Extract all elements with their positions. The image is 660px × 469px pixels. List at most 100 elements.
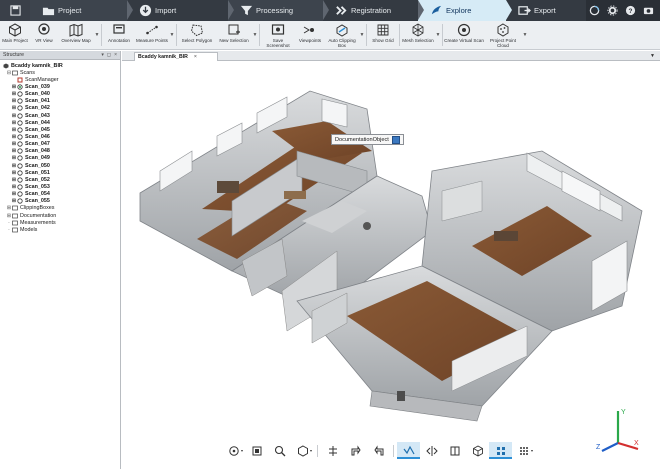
viewpoints-button[interactable]: Viewpoints (295, 21, 325, 49)
tree-scan-item[interactable]: ⊞ Scan_042 (3, 105, 120, 112)
float-icon[interactable]: ◻ (107, 52, 111, 58)
selection-dropdown[interactable]: ▼ (252, 21, 258, 49)
tree-scan-item[interactable]: ⊞ Scan_044 (3, 119, 120, 126)
tree-scan-item[interactable]: ⊞ Scan_049 (3, 155, 120, 162)
tree-scans-folder[interactable]: ⊟ Scans (3, 69, 120, 76)
tree-scan-manager[interactable]: ScanManager (3, 76, 120, 83)
tree-scan-item[interactable]: ⊞ Scan_052 (3, 176, 120, 183)
tab-explore[interactable]: Explore (418, 0, 512, 21)
help-icon[interactable]: ? (625, 5, 636, 16)
scan-icon (17, 127, 23, 133)
axis-gizmo: Y Z X (596, 409, 639, 452)
svg-text:?: ? (629, 8, 633, 15)
scan-icon (17, 98, 23, 104)
tree-root[interactable]: Bcaddy kamnik_BIR (3, 62, 120, 69)
viewpoint-icon (252, 446, 261, 455)
tree-scan-item[interactable]: ⊞ Scan_053 (3, 183, 120, 190)
screenshot-icon (271, 24, 285, 35)
tree-scan-item[interactable]: ⊞ Scan_039 (3, 83, 120, 90)
gear-icon[interactable] (607, 5, 618, 16)
clipping-dropdown[interactable]: ▼ (359, 21, 365, 49)
tab-processing[interactable]: Processing (228, 0, 329, 21)
cube-view-button[interactable] (466, 442, 489, 459)
split-view-button[interactable] (443, 442, 466, 459)
save-screenshot-button[interactable]: Save Screenshot (261, 21, 295, 49)
auto-clipping-box-button[interactable]: Auto Clipping Box (325, 21, 359, 49)
main-project-button[interactable]: Main Project (0, 21, 30, 49)
tab-import[interactable]: Import (127, 0, 234, 21)
tab-registration[interactable]: Registration (323, 0, 424, 21)
tree-root-label: Bcaddy kamnik_BIR (11, 62, 63, 69)
grid-points-button[interactable] (489, 442, 512, 459)
tree-scan-label: Scan_053 (25, 183, 50, 190)
close-tab-icon[interactable]: × (194, 54, 197, 60)
tab-export[interactable]: Export (506, 0, 586, 21)
3d-viewport[interactable]: DocumentationObject ▾ ▾ ▾ Y Z X (122, 61, 660, 469)
point-cloud-render[interactable] (122, 61, 660, 469)
overview-map-button[interactable]: Overview Map (58, 21, 94, 49)
point-cloud-icon (497, 23, 509, 37)
tree-scan-item[interactable]: ⊞ Scan_051 (3, 169, 120, 176)
tab-explore-label: Explore (446, 6, 472, 15)
measure-dropdown[interactable]: ▼ (169, 21, 175, 49)
tab-project[interactable]: Project (30, 0, 133, 21)
tree-scan-label: Scan_052 (25, 176, 50, 183)
tree-scan-item[interactable]: ⊞ Scan_041 (3, 98, 120, 105)
folder-icon (42, 7, 55, 16)
camera-icon[interactable] (643, 5, 654, 16)
tree-scan-item[interactable]: ⊞ Scan_046 (3, 133, 120, 140)
mesh-dropdown[interactable]: ▼ (435, 21, 441, 49)
tree-folder-item[interactable]: ⊞ Documentation (3, 212, 120, 219)
tab-processing-label: Processing (256, 6, 294, 15)
tree-scan-item[interactable]: ⊞ Scan_043 (3, 112, 120, 119)
clipping-plane-button[interactable] (321, 442, 344, 459)
tree-scan-item[interactable]: ⊞ Scan_047 (3, 141, 120, 148)
tree-scan-item[interactable]: ⊞ Scan_054 (3, 191, 120, 198)
scan-icon (17, 170, 23, 176)
tree-scan-item[interactable]: ⊞ Scan_055 (3, 198, 120, 205)
zoom-button[interactable] (268, 442, 291, 459)
select-polygon-button[interactable]: Select Polygon (178, 21, 216, 49)
vr-view-label: VR View (35, 38, 53, 43)
document-tab[interactable]: Bcaddy kamnik_BIR × (134, 52, 218, 61)
tab-list-dropdown[interactable]: ▼ (650, 53, 655, 59)
close-icon[interactable]: × (114, 52, 117, 58)
tree-scan-item[interactable]: ⊞ Scan_048 (3, 148, 120, 155)
tree-folder-item[interactable]: ⊞ ClippingBoxes (3, 205, 120, 212)
pin-icon[interactable]: ▾ (101, 52, 104, 58)
point-cloud-dropdown[interactable]: ▼ (522, 21, 528, 49)
tree-folder-item[interactable]: · Measurements (3, 219, 120, 226)
tree-scan-label: Scan_045 (25, 126, 50, 133)
tree-folder-label: Documentation (20, 212, 57, 219)
more-options-button[interactable]: ▾ (512, 442, 535, 459)
create-virtual-scan-label: Create Virtual Scan (444, 38, 484, 43)
measure-b-button[interactable] (367, 442, 390, 459)
vr-view-button[interactable]: VR View (30, 21, 58, 49)
new-selection-button[interactable]: New Selection (216, 21, 252, 49)
tree-scan-item[interactable]: ⊞ Scan_045 (3, 126, 120, 133)
save-button[interactable] (0, 0, 30, 21)
tree-scan-label: Scan_048 (25, 148, 50, 155)
tree-scan-item[interactable]: ⊞ Scan_040 (3, 91, 120, 98)
tree-scan-label: Scan_041 (25, 98, 50, 105)
show-grid-button[interactable]: Show Grid (368, 21, 398, 49)
mirror-button[interactable] (420, 442, 443, 459)
project-point-cloud-button[interactable]: Project Point Cloud (484, 21, 522, 49)
mesh-selection-button[interactable]: Mesh Selection (401, 21, 435, 49)
viewpoint-button[interactable] (245, 442, 268, 459)
point-cloud-view-button[interactable] (397, 442, 420, 459)
overview-map-dropdown[interactable]: ▼ (94, 21, 100, 49)
view-mode-button[interactable]: ▾ (222, 442, 245, 459)
tree-scan-item[interactable]: ⊞ Scan_050 (3, 162, 120, 169)
tree-folder-item[interactable]: · Models (3, 226, 120, 233)
axis-z-label: Z (596, 444, 601, 451)
display-mode-button[interactable]: ▾ (291, 442, 314, 459)
progress-icon[interactable] (589, 5, 600, 16)
scan-icon (17, 162, 23, 169)
measure-a-button[interactable] (344, 442, 367, 459)
project-icon (3, 63, 9, 69)
annotation-button[interactable]: Annotation (103, 21, 135, 49)
create-virtual-scan-button[interactable]: Create Virtual Scan (444, 21, 484, 49)
measure-points-button[interactable]: Measure Points (135, 21, 169, 49)
tooltip-action-button[interactable] (391, 135, 400, 144)
